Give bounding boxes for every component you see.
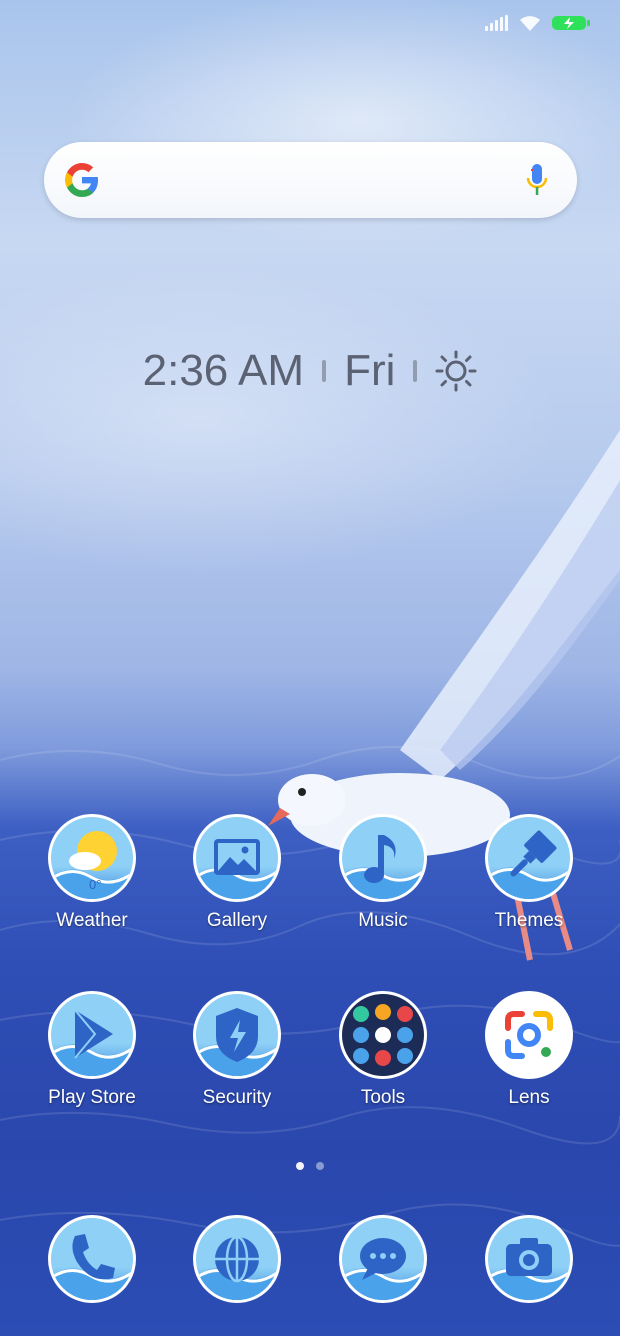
page-dot: [316, 1162, 324, 1170]
app-label: Security: [202, 1087, 272, 1108]
dock-phone[interactable]: [45, 1215, 139, 1303]
mic-icon[interactable]: [525, 162, 549, 198]
clock-day: Fri: [344, 346, 396, 395]
dock-messages[interactable]: [336, 1215, 430, 1303]
dock-browser[interactable]: [190, 1215, 284, 1303]
weather-icon: 0°: [48, 814, 136, 902]
lens-icon: [485, 991, 573, 1079]
google-logo-icon: [65, 163, 98, 197]
sun-icon: [435, 350, 477, 392]
security-icon: [193, 991, 281, 1079]
app-themes[interactable]: Themes: [482, 814, 576, 932]
app-music[interactable]: Music: [336, 814, 430, 932]
status-bar: [485, 14, 590, 32]
tools-folder-icon: [339, 991, 427, 1079]
app-label: Weather: [56, 910, 128, 931]
separator: [413, 360, 418, 382]
app-label: Lens: [508, 1087, 550, 1108]
signal-icon: [485, 15, 508, 31]
app-label: Tools: [360, 1087, 406, 1108]
app-gallery[interactable]: Gallery: [190, 814, 284, 932]
play-store-icon: [48, 991, 136, 1079]
app-security[interactable]: Security: [190, 991, 284, 1109]
app-label: Gallery: [206, 910, 268, 931]
battery-charging-icon: [552, 16, 590, 30]
app-label: Themes: [494, 910, 564, 931]
themes-icon: [485, 814, 573, 902]
camera-icon: [485, 1215, 573, 1303]
app-lens[interactable]: Lens: [482, 991, 576, 1109]
separator: [322, 360, 327, 382]
google-search-bar[interactable]: [44, 142, 577, 218]
wifi-icon: [520, 16, 540, 31]
browser-icon: [193, 1215, 281, 1303]
phone-icon: [48, 1215, 136, 1303]
app-play-store[interactable]: Play Store: [45, 991, 139, 1109]
app-label: Play Store: [48, 1087, 136, 1108]
page-dot-active: [296, 1162, 304, 1170]
weather-temp: 0°: [89, 877, 101, 892]
clock-widget[interactable]: 2:36 AM Fri: [0, 346, 620, 396]
folder-tools[interactable]: Tools: [336, 991, 430, 1109]
clock-time: 2:36 AM: [142, 346, 305, 395]
music-icon: [339, 814, 427, 902]
gallery-icon: [193, 814, 281, 902]
dock-camera[interactable]: [482, 1215, 576, 1303]
messages-icon: [339, 1215, 427, 1303]
page-indicator: [0, 1162, 620, 1170]
app-label: Music: [358, 910, 408, 931]
app-weather[interactable]: 0° Weather: [45, 814, 139, 932]
